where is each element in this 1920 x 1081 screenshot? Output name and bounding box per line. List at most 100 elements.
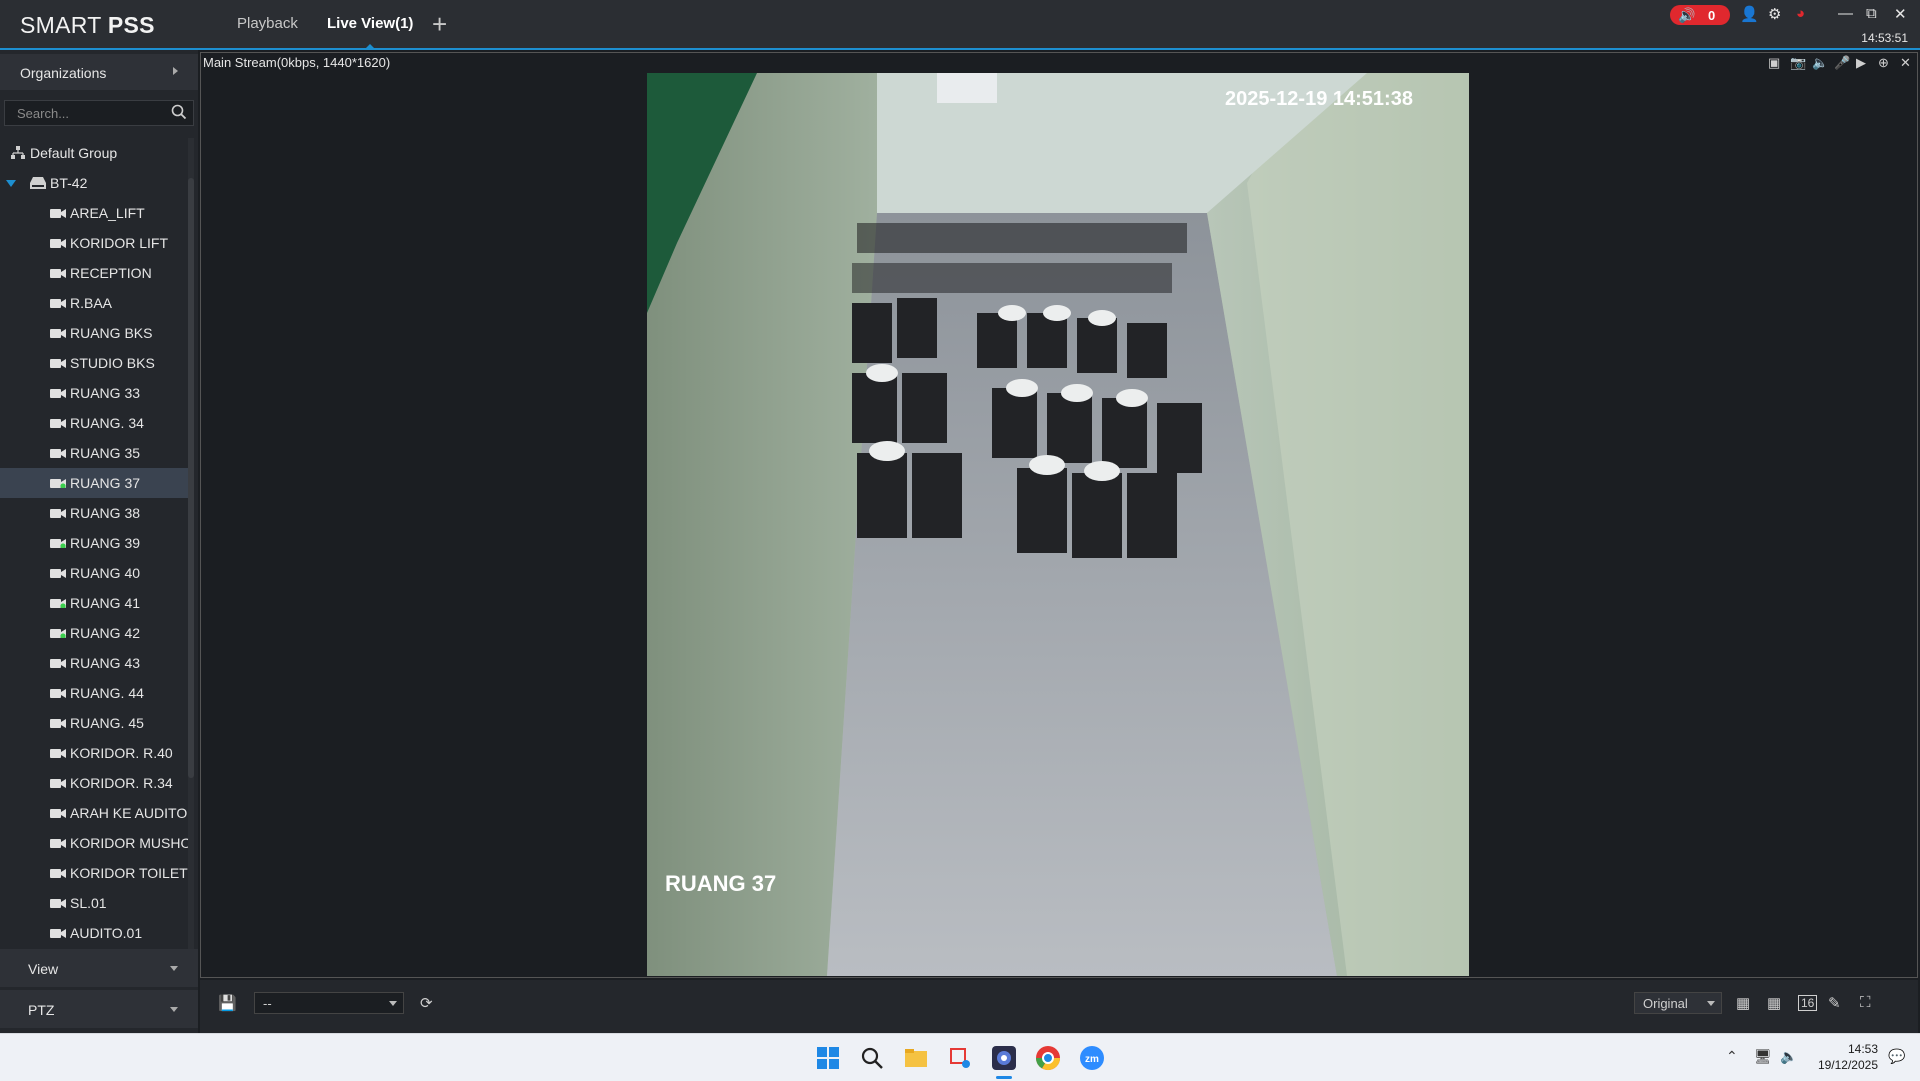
nvr-device-icon — [30, 177, 46, 189]
chevron-up-icon[interactable]: ⌃ — [1726, 1048, 1738, 1065]
tree-camera-item[interactable]: RUANG 43 — [0, 648, 188, 678]
expand-icon[interactable] — [6, 180, 16, 187]
add-tab-icon[interactable]: + — [432, 10, 447, 38]
tree-camera-item[interactable]: KORIDOR. R.34 — [0, 768, 188, 798]
camera-icon — [50, 269, 66, 278]
refresh-icon[interactable]: ⟳ — [420, 994, 433, 1012]
tree-camera-item[interactable]: RUANG 37 — [0, 468, 188, 498]
app-logo: SMART PSS — [20, 12, 155, 38]
tab-playback[interactable]: Playback — [237, 15, 298, 32]
tree-camera-item[interactable]: AREA_LIFT — [0, 198, 188, 228]
tree-device-label: BT-42 — [50, 175, 88, 191]
save-view-icon[interactable]: 💾 — [218, 994, 237, 1012]
camera-icon — [50, 719, 66, 728]
search-icon[interactable] — [856, 1042, 888, 1074]
device-tree: Default Group BT-42 AREA_LIFT KORIDOR LIF… — [0, 138, 188, 984]
tree-default-group[interactable]: Default Group — [0, 138, 188, 168]
tree-camera-label: KORIDOR LIFT — [70, 235, 169, 251]
tree-camera-item[interactable]: RUANG 40 — [0, 558, 188, 588]
tree-camera-item[interactable]: RUANG 42 — [0, 618, 188, 648]
file-explorer-icon[interactable] — [900, 1042, 932, 1074]
tree-camera-item[interactable]: ARAH KE AUDITORIUM — [0, 798, 188, 828]
close-icon[interactable]: ✕ — [1894, 5, 1907, 23]
camera-icon — [50, 899, 66, 908]
network-icon[interactable]: 🖥 — [1754, 1048, 1772, 1065]
tree-camera-label: RUANG 37 — [70, 475, 141, 491]
tree-camera-item[interactable]: STUDIO BKS — [0, 348, 188, 378]
split-16-icon[interactable]: 16 — [1798, 995, 1818, 1011]
tree-camera-item[interactable]: R.BAA — [0, 288, 188, 318]
ptz-panel-header[interactable]: PTZ — [0, 990, 198, 1028]
notification-icon[interactable]: 💬 — [1888, 1048, 1905, 1065]
camera-icon — [50, 239, 66, 248]
edit-icon[interactable]: ✎ — [1828, 994, 1841, 1012]
scale-select[interactable]: Original — [1634, 992, 1722, 1014]
tree-camera-item[interactable]: RUANG. 45 — [0, 708, 188, 738]
tree-camera-item[interactable]: KORIDOR LIFT — [0, 228, 188, 258]
camera-icon — [50, 869, 66, 878]
tree-camera-item[interactable]: RUANG. 34 — [0, 408, 188, 438]
user-icon[interactable]: 👤 — [1740, 5, 1759, 23]
tree-camera-label: RUANG. 44 — [70, 685, 144, 701]
tree-camera-item[interactable]: SL.01 — [0, 888, 188, 918]
tree-camera-item[interactable]: RUANG. 44 — [0, 678, 188, 708]
chrome-icon[interactable] — [1032, 1042, 1064, 1074]
restore-icon[interactable]: ⧉ — [1866, 5, 1877, 22]
tree-camera-item[interactable]: RECEPTION — [0, 258, 188, 288]
tree-camera-item[interactable]: KORIDOR MUSHOLA — [0, 828, 188, 858]
tree-camera-item[interactable]: RUANG 39 — [0, 528, 188, 558]
snipping-tool-icon[interactable] — [944, 1042, 976, 1074]
minimize-icon[interactable]: — — [1838, 5, 1853, 22]
search-input[interactable] — [15, 105, 169, 122]
organizations-label: Organizations — [20, 65, 107, 81]
organizations-header[interactable]: Organizations — [0, 54, 198, 90]
tree-camera-item[interactable]: RUANG 38 — [0, 498, 188, 528]
play-icon[interactable]: ▶ — [1856, 55, 1866, 71]
tree-camera-item[interactable]: KORIDOR. R.40 — [0, 738, 188, 768]
tree-camera-item[interactable]: KORIDOR TOILET — [0, 858, 188, 888]
alarm-badge[interactable]: 🔊 0 — [1670, 5, 1730, 25]
windows-start-icon[interactable] — [812, 1042, 844, 1074]
tab-live-view[interactable]: Live View(1) — [327, 15, 413, 49]
preset-select[interactable]: -- — [254, 992, 404, 1014]
tree-camera-label: RUANG 43 — [70, 655, 141, 671]
search-box — [4, 100, 194, 126]
scrollbar-thumb[interactable] — [188, 178, 194, 778]
camera-feed[interactable]: 2025-12-19 14:51:38 RUANG 37 — [647, 73, 1469, 976]
fullscreen-icon[interactable]: ⛶ — [1860, 994, 1871, 1011]
camera-icon — [50, 419, 66, 428]
microphone-icon[interactable]: 🎤 — [1834, 55, 1850, 71]
video-window[interactable]: Main Stream(0kbps, 1440*1620) ▣ 📷 🔈 🎤 ▶ … — [200, 52, 1918, 978]
split-9-icon[interactable]: ▦ — [1767, 994, 1781, 1012]
view-label: View — [28, 961, 59, 977]
camera-image: 2025-12-19 14:51:38 RUANG 37 — [647, 73, 1469, 976]
audio-icon[interactable]: 🔈 — [1812, 55, 1828, 71]
tree-camera-item[interactable]: RUANG 41 — [0, 588, 188, 618]
zoom-icon[interactable]: ⊕ — [1878, 55, 1889, 71]
svg-text:zm: zm — [1085, 1054, 1099, 1065]
smart-pss-icon[interactable] — [988, 1042, 1020, 1074]
title-bar: SMART PSS Playback Live View(1) + 🔊 0 👤 … — [0, 0, 1920, 50]
taskbar-clock[interactable]: 14:53 19/12/2025 — [1818, 1041, 1878, 1073]
performance-icon[interactable]: ◕ — [1796, 5, 1805, 22]
search-icon[interactable] — [171, 104, 187, 120]
gear-icon[interactable]: ⚙ — [1768, 5, 1781, 23]
split-4-icon[interactable]: ▦ — [1736, 994, 1750, 1012]
tree-scrollbar[interactable] — [188, 138, 194, 984]
tree-camera-item[interactable]: RUANG BKS — [0, 318, 188, 348]
tree-device[interactable]: BT-42 — [0, 168, 188, 198]
volume-icon[interactable]: 🔈 — [1780, 1048, 1797, 1065]
tree-camera-label: KORIDOR TOILET — [70, 865, 188, 881]
record-icon[interactable]: ▣ — [1768, 55, 1780, 71]
close-video-icon[interactable]: ✕ — [1900, 55, 1911, 71]
tree-camera-label: RUANG 38 — [70, 505, 141, 521]
view-panel-header[interactable]: View — [0, 949, 198, 987]
camera-icon — [50, 539, 66, 548]
zoom-app-icon[interactable]: zm — [1076, 1042, 1108, 1074]
tree-camera-item[interactable]: AUDITO.01 — [0, 918, 188, 948]
tree-camera-label: RUANG 35 — [70, 445, 141, 461]
tree-camera-item[interactable]: RUANG 35 — [0, 438, 188, 468]
tree-camera-label: RUANG BKS — [70, 325, 153, 341]
snapshot-icon[interactable]: 📷 — [1790, 55, 1806, 71]
tree-camera-item[interactable]: RUANG 33 — [0, 378, 188, 408]
